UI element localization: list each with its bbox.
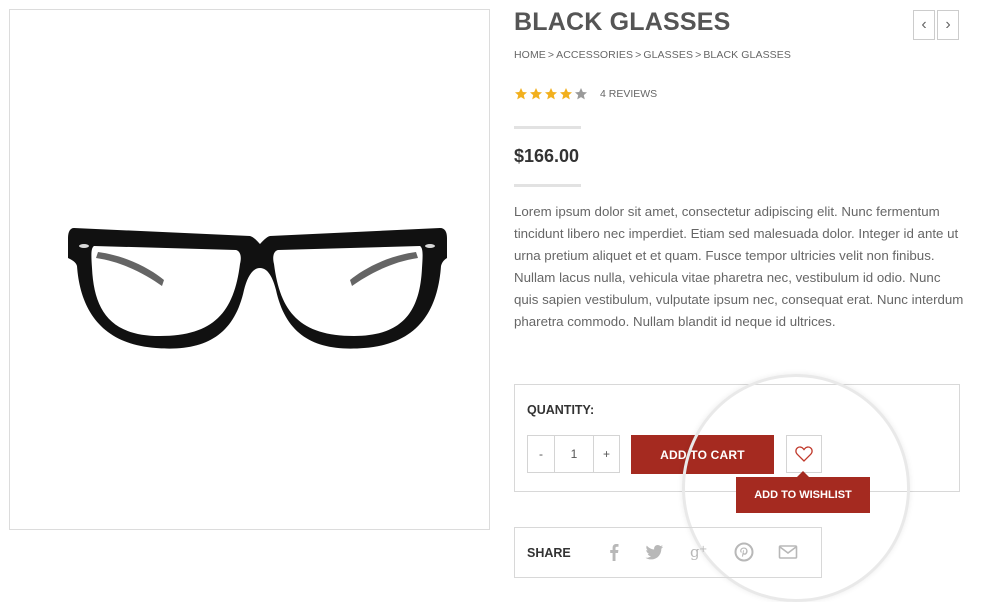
breadcrumb-current: BLACK GLASSES xyxy=(703,49,791,61)
reviews-link[interactable]: 4 REVIEWS xyxy=(600,88,657,100)
quantity-input[interactable]: 1 xyxy=(555,436,594,472)
share-label: SHARE xyxy=(527,546,571,560)
star-filled-icon xyxy=(529,88,543,100)
add-to-cart-button[interactable]: ADD TO CART xyxy=(631,435,774,474)
product-description: Lorem ipsum dolor sit amet, consectetur … xyxy=(514,204,964,329)
share-box: SHARE g + xyxy=(514,527,822,578)
star-filled-icon xyxy=(514,88,528,100)
purchase-box: QUANTITY: - 1 + ADD TO CART xyxy=(514,384,960,492)
star-rating xyxy=(514,87,589,101)
chevron-right-icon[interactable]: › xyxy=(937,10,959,40)
star-filled-icon xyxy=(559,88,573,100)
divider xyxy=(514,126,581,129)
twitter-icon[interactable] xyxy=(643,541,665,563)
product-price: $166.00 xyxy=(514,146,580,166)
divider xyxy=(514,184,581,187)
breadcrumb-home[interactable]: HOME xyxy=(514,49,546,61)
quantity-decrease-button[interactable]: - xyxy=(528,436,555,472)
breadcrumb-separator: > xyxy=(695,49,702,61)
facebook-icon[interactable] xyxy=(603,541,625,563)
pinterest-icon[interactable] xyxy=(733,541,755,563)
star-filled-icon xyxy=(544,88,558,100)
quantity-increase-button[interactable]: + xyxy=(594,436,619,472)
product-navigation: ‹ › xyxy=(913,10,959,40)
breadcrumb-separator: > xyxy=(635,49,642,61)
chevron-left-icon[interactable]: ‹ xyxy=(913,10,935,40)
glasses-image xyxy=(68,228,447,349)
star-empty-icon xyxy=(574,88,588,100)
breadcrumb-separator: > xyxy=(547,49,555,61)
email-icon[interactable] xyxy=(777,541,799,563)
google-plus-icon[interactable]: g + xyxy=(689,541,711,563)
svg-text:+: + xyxy=(699,544,707,555)
heart-icon xyxy=(795,446,813,462)
breadcrumb-glasses[interactable]: GLASSES xyxy=(643,49,693,61)
wishlist-tooltip: ADD TO WISHLIST xyxy=(736,471,870,513)
breadcrumb-accessories[interactable]: ACCESSORIES xyxy=(556,49,633,61)
rating: 4 REVIEWS xyxy=(514,87,657,101)
quantity-stepper: - 1 + xyxy=(527,435,620,473)
breadcrumb: HOME > ACCESSORIES > GLASSES > BLACK GLASSES xyxy=(514,49,791,61)
product-title: BLACK GLASSES xyxy=(514,8,731,36)
quantity-label: QUANTITY: xyxy=(527,403,595,417)
add-to-wishlist-button[interactable] xyxy=(786,435,822,473)
product-image[interactable] xyxy=(9,9,490,530)
